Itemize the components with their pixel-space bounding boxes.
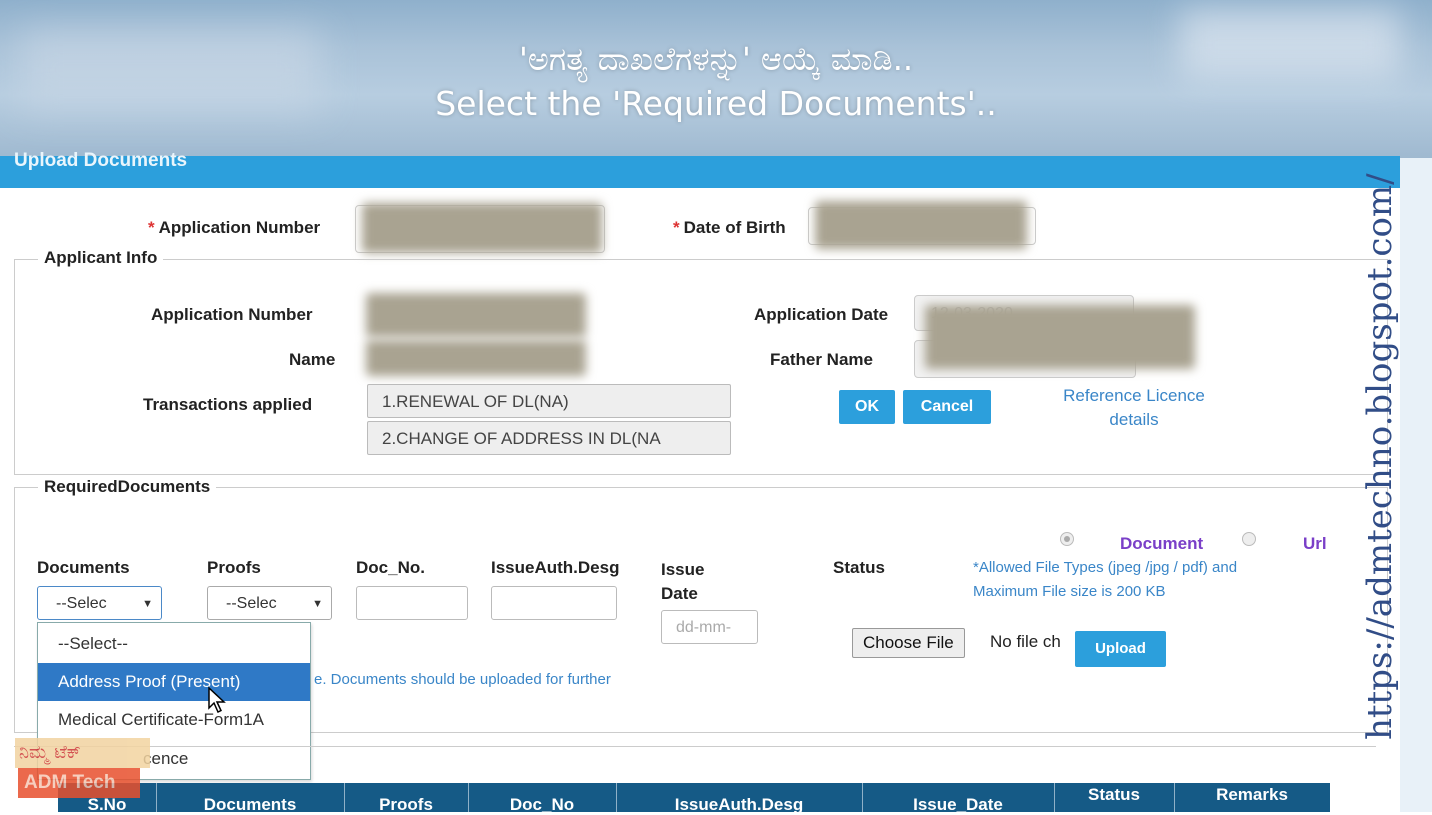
no-file-text: No file ch	[990, 632, 1061, 651]
th-issue-date: Issue_Date	[913, 795, 1003, 814]
cancel-button[interactable]: Cancel	[903, 390, 991, 424]
documents-select-value: --Selec	[56, 595, 107, 612]
transaction-item: 2.CHANGE OF ADDRESS IN DL(NA	[367, 421, 731, 455]
upload-note: e. Documents should be uploaded for furt…	[314, 671, 611, 688]
panel-title: Upload Documents	[14, 150, 188, 171]
allowed-files-note: *Allowed File Types (jpeg /jpg / pdf) an…	[973, 559, 1238, 600]
redacted-application-number	[362, 203, 602, 253]
proofs-select[interactable]: --Selec ▼	[207, 586, 332, 620]
caption-english: Select the 'Required Documents'..	[435, 84, 997, 123]
col-issue-auth: IssueAuth.Desg	[491, 558, 620, 577]
father-name-label: Father Name	[770, 350, 873, 369]
dropdown-option-highlighted[interactable]: Address Proof (Present)	[38, 663, 310, 701]
chevron-down-icon: ▼	[312, 598, 323, 610]
documents-select[interactable]: --Selec ▼	[37, 586, 162, 620]
th-issue-auth: IssueAuth.Desg	[674, 795, 804, 814]
th-documents: Documents	[203, 795, 297, 814]
url-watermark: https://admtechno.blogspot.com/	[1360, 173, 1400, 740]
required-documents-legend: RequiredDocuments	[38, 477, 217, 497]
dropdown-option[interactable]: --Select--	[38, 625, 310, 663]
redacted-dob	[815, 201, 1027, 249]
issue-date-input[interactable]: dd-mm-	[661, 610, 758, 644]
proofs-select-value: --Selec	[226, 595, 277, 612]
issue-auth-input[interactable]	[491, 586, 617, 620]
upload-button[interactable]: Upload	[1075, 631, 1166, 667]
th-status: Status	[1088, 785, 1140, 804]
radio-document-label: Document	[1120, 534, 1204, 553]
col-documents: Documents	[37, 558, 130, 577]
ok-button[interactable]: OK	[839, 390, 895, 424]
th-sno: S.No	[87, 795, 127, 814]
col-proofs: Proofs	[207, 558, 261, 577]
choose-file-button[interactable]: Choose File	[852, 628, 965, 658]
logo-watermark-kannada: ನಿಮ್ಮ ಟೆಕ್	[15, 738, 150, 768]
redacted-name	[366, 340, 586, 376]
redacted-app-number	[366, 293, 586, 337]
redacted-father-name	[925, 305, 1195, 369]
mouse-cursor-icon	[208, 686, 226, 714]
transactions-label: Transactions applied	[143, 395, 313, 414]
logo-watermark: ADM Tech	[18, 768, 140, 798]
caption-banner: 'ಅಗತ್ಯ ದಾಖಲೆಗಳನ್ನು' ಆಯ್ಕೆ ಮಾಡಿ.. Select …	[0, 0, 1432, 158]
dropdown-option[interactable]: Medical Certificate-Form1A	[38, 701, 310, 739]
col-issue-date: Issue Date	[661, 560, 705, 603]
transaction-item: 1.RENEWAL OF DL(NA)	[367, 384, 731, 418]
panel-title-bar: Upload Documents	[0, 150, 1400, 188]
name-label: Name	[289, 350, 336, 369]
doc-no-input[interactable]	[356, 586, 468, 620]
documents-table-header: S.No Documents Proofs Doc_No IssueAuth.D…	[58, 783, 1330, 814]
col-doc-no: Doc_No.	[356, 558, 425, 577]
caption-kannada: 'ಅಗತ್ಯ ದಾಖಲೆಗಳನ್ನು' ಆಯ್ಕೆ ಮಾಡಿ..	[518, 40, 914, 78]
search-dob-label: * Date of Birth	[673, 218, 786, 237]
app-number-label: Application Number	[151, 305, 313, 324]
radio-url-label: Url	[1303, 534, 1327, 553]
radio-document[interactable]	[1060, 532, 1074, 546]
radio-url[interactable]	[1242, 532, 1256, 546]
th-remarks: Remarks	[1216, 785, 1288, 804]
chevron-down-icon: ▼	[142, 598, 153, 610]
right-strip	[1400, 158, 1432, 812]
search-application-number-label: * Application Number	[148, 218, 321, 237]
col-status: Status	[833, 558, 885, 577]
reference-licence-link[interactable]: Reference Licence details	[1040, 384, 1228, 432]
th-doc-no: Doc_No	[509, 795, 575, 814]
th-proofs: Proofs	[379, 795, 433, 814]
applicant-info-legend: Applicant Info	[38, 248, 164, 268]
application-date-label: Application Date	[754, 305, 889, 324]
